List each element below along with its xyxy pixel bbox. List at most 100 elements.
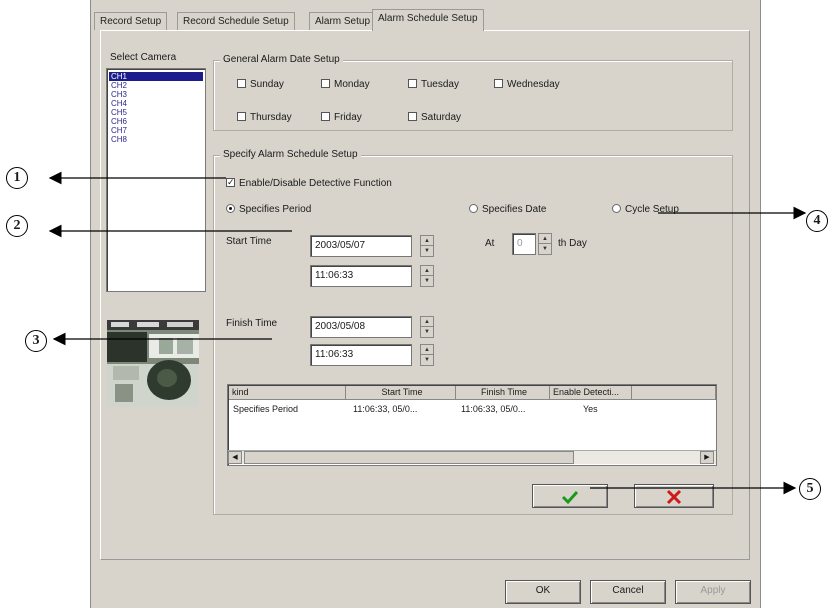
spin-down-icon[interactable]: ▼ (421, 355, 433, 365)
radio-button[interactable] (469, 203, 478, 213)
finish-date-field[interactable]: 2003/05/08 (310, 316, 412, 338)
radio-specifies-date[interactable]: Specifies Date (469, 203, 547, 215)
camera-item-ch2[interactable]: CH2 (109, 81, 203, 90)
checkbox-saturday-label: Saturday (421, 112, 462, 123)
checkbox-box[interactable] (408, 111, 417, 121)
tab-record-schedule-setup[interactable]: Record Schedule Setup (177, 12, 295, 30)
cell-start-time: 11:06:33, 05/0... (353, 404, 418, 414)
checkbox-tuesday-label: Tuesday (421, 79, 459, 90)
check-icon (561, 490, 579, 505)
checkbox-thursday[interactable]: Thursday (237, 111, 292, 123)
cycle-day-spinner[interactable]: ▲ ▼ (538, 233, 552, 255)
callout-3: 3 (25, 330, 47, 352)
checkbox-box[interactable]: ✓ (226, 177, 235, 187)
column-header-finish-time[interactable]: Finish Time (456, 386, 550, 400)
spin-up-icon[interactable]: ▲ (421, 266, 433, 276)
checkbox-enable-detective[interactable]: ✓ Enable/Disable Detective Function (226, 177, 392, 189)
finish-date-spinner[interactable]: ▲ ▼ (420, 316, 434, 338)
spin-up-icon[interactable]: ▲ (421, 345, 433, 355)
checkbox-box[interactable] (237, 78, 246, 88)
checkbox-wednesday[interactable]: Wednesday (494, 78, 560, 90)
camera-item-ch4[interactable]: CH4 (109, 99, 203, 108)
callout-1: 1 (6, 167, 28, 189)
finish-clock-field[interactable]: 11:06:33 (310, 344, 412, 366)
checkbox-box[interactable] (494, 78, 503, 88)
checkbox-wednesday-label: Wednesday (507, 79, 560, 90)
cell-enable: Yes (583, 404, 598, 414)
scroll-thumb[interactable] (244, 451, 574, 464)
checkbox-friday[interactable]: Friday (321, 111, 362, 123)
camera-preview-image (107, 320, 199, 407)
scroll-right-icon[interactable]: ▶ (700, 451, 714, 464)
checkbox-monday[interactable]: Monday (321, 78, 370, 90)
spin-down-icon[interactable]: ▼ (421, 327, 433, 337)
column-header-start-time[interactable]: Start Time (346, 386, 456, 400)
spin-up-icon[interactable]: ▲ (421, 236, 433, 246)
apply-button[interactable]: Apply (675, 580, 751, 604)
checkbox-box[interactable] (237, 111, 246, 121)
start-clock-spinner[interactable]: ▲ ▼ (420, 265, 434, 287)
table-row[interactable]: Specifies Period 11:06:33, 05/0... 11:06… (229, 401, 715, 415)
spin-up-icon[interactable]: ▲ (421, 317, 433, 327)
radio-cycle-setup[interactable]: Cycle Setup (612, 203, 679, 215)
camera-item-ch3[interactable]: CH3 (109, 90, 203, 99)
general-alarm-date-title: General Alarm Date Setup (220, 54, 343, 65)
checkbox-tuesday[interactable]: Tuesday (408, 78, 459, 90)
checkbox-friday-label: Friday (334, 112, 362, 123)
radio-button[interactable] (226, 203, 235, 213)
confirm-button[interactable] (532, 484, 608, 508)
start-date-spinner[interactable]: ▲ ▼ (420, 235, 434, 257)
start-clock-field[interactable]: 11:06:33 (310, 265, 412, 287)
radio-specifies-period-label: Specifies Period (239, 204, 312, 215)
tab-alarm-schedule-setup[interactable]: Alarm Schedule Setup (372, 9, 484, 31)
checkbox-monday-label: Monday (334, 79, 370, 90)
checkbox-box[interactable] (408, 78, 417, 88)
radio-cycle-setup-label: Cycle Setup (625, 204, 679, 215)
column-header-kind[interactable]: kind (229, 386, 346, 400)
camera-item-ch6[interactable]: CH6 (109, 117, 203, 126)
radio-specifies-period[interactable]: Specifies Period (226, 203, 312, 215)
ok-button[interactable]: OK (505, 580, 581, 604)
camera-listbox[interactable]: CH1 CH2 CH3 CH4 CH5 CH6 CH7 CH8 (106, 68, 206, 292)
radio-button[interactable] (612, 203, 621, 213)
checkbox-box[interactable] (321, 111, 330, 121)
column-header-enable-detective[interactable]: Enable Detecti... (550, 386, 632, 400)
cycle-at-label: At (485, 238, 495, 249)
camera-item-ch5[interactable]: CH5 (109, 108, 203, 117)
horizontal-scrollbar[interactable]: ◀ ▶ (228, 450, 716, 464)
checkbox-sunday-label: Sunday (250, 79, 284, 90)
camera-item-ch1[interactable]: CH1 (109, 72, 203, 81)
radio-specifies-date-label: Specifies Date (482, 204, 547, 215)
callout-5: 5 (799, 478, 821, 500)
callout-2: 2 (6, 215, 28, 237)
finish-clock-spinner[interactable]: ▲ ▼ (420, 344, 434, 366)
spin-up-icon[interactable]: ▲ (539, 234, 551, 244)
checkbox-box[interactable] (321, 78, 330, 88)
spin-down-icon[interactable]: ▼ (539, 244, 551, 254)
tab-record-setup[interactable]: Record Setup (94, 12, 168, 30)
start-time-label: Start Time (226, 236, 272, 247)
specify-alarm-schedule-title: Specify Alarm Schedule Setup (220, 149, 361, 160)
spin-down-icon[interactable]: ▼ (421, 246, 433, 256)
checkbox-sunday[interactable]: Sunday (237, 78, 284, 90)
column-header-empty (632, 386, 716, 400)
select-camera-label: Select Camera (110, 52, 177, 63)
checkbox-thursday-label: Thursday (250, 112, 292, 123)
finish-time-label: Finish Time (226, 318, 278, 329)
checkbox-saturday[interactable]: Saturday (408, 111, 462, 123)
cell-kind: Specifies Period (233, 404, 299, 414)
cycle-suffix-label: th Day (558, 238, 587, 249)
enable-detective-label: Enable/Disable Detective Function (239, 178, 392, 189)
scroll-left-icon[interactable]: ◀ (228, 451, 242, 464)
tab-alarm-setup[interactable]: Alarm Setup (309, 12, 377, 30)
cell-finish-time: 11:06:33, 05/0... (461, 404, 526, 414)
x-icon (666, 489, 682, 505)
camera-item-ch7[interactable]: CH7 (109, 126, 203, 135)
spin-down-icon[interactable]: ▼ (421, 276, 433, 286)
callout-4: 4 (806, 210, 828, 232)
cycle-day-field[interactable]: 0 (512, 233, 536, 255)
cancel-button[interactable]: Cancel (590, 580, 666, 604)
camera-item-ch8[interactable]: CH8 (109, 135, 203, 144)
start-date-field[interactable]: 2003/05/07 (310, 235, 412, 257)
delete-button[interactable] (634, 484, 714, 508)
